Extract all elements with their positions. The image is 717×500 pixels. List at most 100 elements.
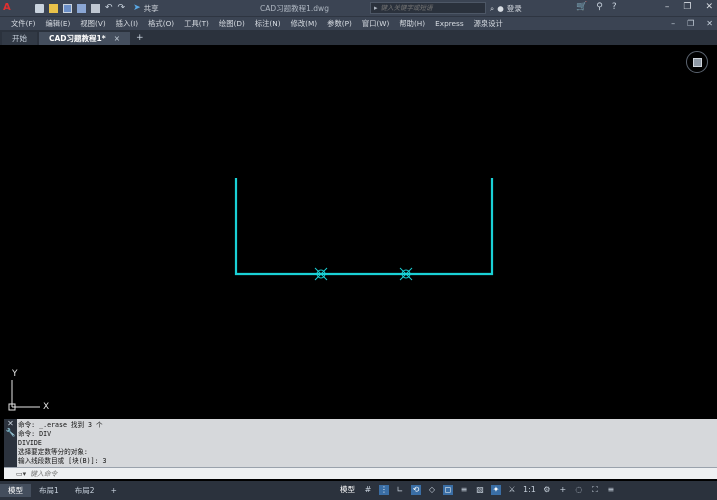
selection-cycling-icon[interactable]: ✦ (491, 484, 501, 495)
viewcube-face[interactable] (693, 58, 702, 67)
tab-close-icon[interactable]: × (114, 32, 120, 45)
add-layout-button[interactable]: + (103, 484, 125, 497)
ortho-icon[interactable]: ∟ (395, 485, 405, 495)
lineweight-icon[interactable]: ≡ (459, 485, 469, 495)
menu-file[interactable]: 文件(F) (6, 19, 40, 29)
command-history: 命令: _.erase 找到 3 个 命令: DIV DIVIDE 选择要定数等… (18, 421, 106, 466)
status-bar: 模型 布局1 布局2 + 模型 # ⋮ ∟ ⟲ ◇ ◻ ≡ ▧ ✦ ⚔ 1:1 … (0, 481, 717, 500)
command-history-window: ✕ 🔧 命令: _.erase 找到 3 个 命令: DIV DIVIDE 选择… (4, 419, 717, 467)
isolate-icon[interactable]: ◌ (574, 485, 584, 495)
annotation-scale-label[interactable]: 1:1 (523, 485, 536, 494)
snap-grid-icon[interactable]: ⋮ (379, 484, 389, 495)
share-label: 共享 (143, 3, 159, 13)
menu-yuanquan[interactable]: 源泉设计 (469, 19, 508, 29)
help-icon[interactable]: ? (612, 2, 617, 12)
plus-icon[interactable]: + (558, 485, 568, 495)
login-label: 登录 (506, 4, 522, 13)
file-tab-bar: 开始 CAD习题教程1* × + (0, 30, 717, 45)
quick-access-toolbar: ↶ ↷ (35, 3, 126, 13)
wrench-icon[interactable]: 🔧 (4, 428, 17, 437)
transparency-icon[interactable]: ▧ (475, 485, 485, 495)
doc-restore-icon[interactable]: ❐ (687, 19, 694, 28)
divide-point-1[interactable] (314, 267, 328, 281)
menu-insert[interactable]: 插入(I) (111, 19, 143, 29)
viewcube-icon[interactable] (686, 51, 708, 73)
login-button[interactable]: ⌕ ● 登录 (490, 3, 522, 14)
tab-drawing-label: CAD习题教程1* (49, 34, 106, 43)
close-icon[interactable]: ✕ (4, 419, 17, 428)
tab-start[interactable]: 开始 (2, 32, 37, 45)
menu-draw[interactable]: 绘图(D) (214, 19, 250, 29)
model-space-button[interactable]: 模型 (338, 484, 357, 495)
menu-window[interactable]: 窗口(W) (357, 19, 395, 29)
grid-icon[interactable]: # (363, 485, 373, 495)
cart-icon[interactable]: 🛒 (576, 2, 587, 12)
menu-modify[interactable]: 修改(M) (286, 19, 323, 29)
layout-tab-layout2[interactable]: 布局2 (67, 484, 103, 497)
new-file-icon[interactable] (35, 3, 44, 13)
undo-icon[interactable]: ↶ (105, 3, 113, 13)
command-line: ▭▾ (4, 467, 717, 479)
isodraft-icon[interactable]: ◇ (427, 485, 437, 495)
open-file-icon[interactable] (49, 3, 58, 13)
command-window-handle[interactable]: ✕ 🔧 (4, 419, 17, 467)
command-history-line: 输入线段数目或 [块(B)]: 3 (18, 456, 107, 465)
share-button[interactable]: ➤ 共享 (133, 3, 159, 14)
menu-help[interactable]: 帮助(H) (394, 19, 430, 29)
redo-icon[interactable]: ↷ (118, 3, 126, 13)
new-tab-button[interactable]: + (130, 32, 150, 45)
tab-drawing[interactable]: CAD习题教程1* × (39, 32, 130, 45)
share-icon: ➤ (133, 3, 141, 13)
ucs-y-label: Y (11, 369, 18, 379)
command-history-line: 命令: DIV (18, 429, 52, 438)
document-title: CAD习题教程1.dwg (260, 4, 329, 13)
command-prompt-icon[interactable]: ▭▾ (16, 470, 26, 478)
title-bar: A ↶ ↷ ➤ 共享 CAD习题教程1.dwg ▸ ⌕ ● 登录 🛒 ⚲ ? –… (0, 0, 717, 16)
menu-express[interactable]: Express (430, 19, 469, 28)
annotation-visibility-icon[interactable]: ⚔ (507, 485, 517, 495)
command-history-line: DIVIDE (18, 438, 42, 447)
customize-menu-icon[interactable]: ≡ (606, 485, 616, 495)
menu-bar: 文件(F) 编辑(E) 视图(V) 插入(I) 格式(O) 工具(T) 绘图(D… (0, 16, 717, 30)
save-as-icon[interactable] (77, 3, 86, 13)
divide-point-2[interactable] (399, 267, 413, 281)
menu-edit[interactable]: 编辑(E) (40, 19, 75, 29)
minimize-icon[interactable]: – (665, 2, 670, 12)
user-icon: ● (497, 4, 504, 13)
ucs-icon (8, 380, 40, 411)
plot-icon[interactable] (91, 3, 100, 13)
layout-tab-model[interactable]: 模型 (0, 484, 31, 497)
close-icon[interactable]: ✕ (705, 2, 713, 12)
u-shaped-polyline[interactable] (234, 178, 494, 276)
search-icon[interactable]: ⌕ (490, 4, 494, 14)
exchange-icon[interactable]: ⚲ (596, 2, 603, 12)
app-menu-icon[interactable]: A (3, 2, 17, 14)
drawing-svg: Y X (8, 178, 494, 412)
gear-icon[interactable]: ⚙ (542, 485, 552, 495)
titlebar-tools: 🛒 ⚲ ? (576, 2, 617, 12)
menu-format[interactable]: 格式(O) (143, 19, 179, 29)
doc-minimize-icon[interactable]: – (671, 19, 675, 28)
chevron-right-icon: ▸ (374, 4, 378, 12)
menu-view[interactable]: 视图(V) (75, 19, 110, 29)
document-window-controls: – ❐ ✕ (671, 19, 713, 28)
drawing-canvas[interactable]: Y X (0, 45, 717, 417)
save-icon[interactable] (63, 3, 72, 13)
doc-close-icon[interactable]: ✕ (706, 19, 713, 28)
search-input[interactable] (380, 4, 481, 12)
command-history-line: 命令: _.erase 找到 3 个 (18, 421, 103, 429)
window-controls: – ❐ ✕ (665, 2, 713, 12)
search-box[interactable]: ▸ (370, 2, 486, 14)
polar-tracking-icon[interactable]: ⟲ (411, 484, 421, 495)
maximize-icon[interactable]: ❐ (683, 2, 691, 12)
ucs-x-label: X (43, 402, 49, 412)
menu-tools[interactable]: 工具(T) (179, 19, 214, 29)
object-snap-icon[interactable]: ◻ (443, 484, 453, 495)
menu-parametric[interactable]: 参数(P) (322, 19, 357, 29)
fullscreen-icon[interactable]: ⛶ (590, 485, 600, 495)
command-input[interactable] (30, 469, 331, 478)
layout-tab-layout1[interactable]: 布局1 (31, 484, 67, 497)
command-history-line: 选择要定数等分的对象: (18, 447, 88, 456)
status-toggles: 模型 # ⋮ ∟ ⟲ ◇ ◻ ≡ ▧ ✦ ⚔ 1:1 ⚙ + ◌ ⛶ ≡ (338, 484, 616, 495)
menu-dimension[interactable]: 标注(N) (250, 19, 286, 29)
